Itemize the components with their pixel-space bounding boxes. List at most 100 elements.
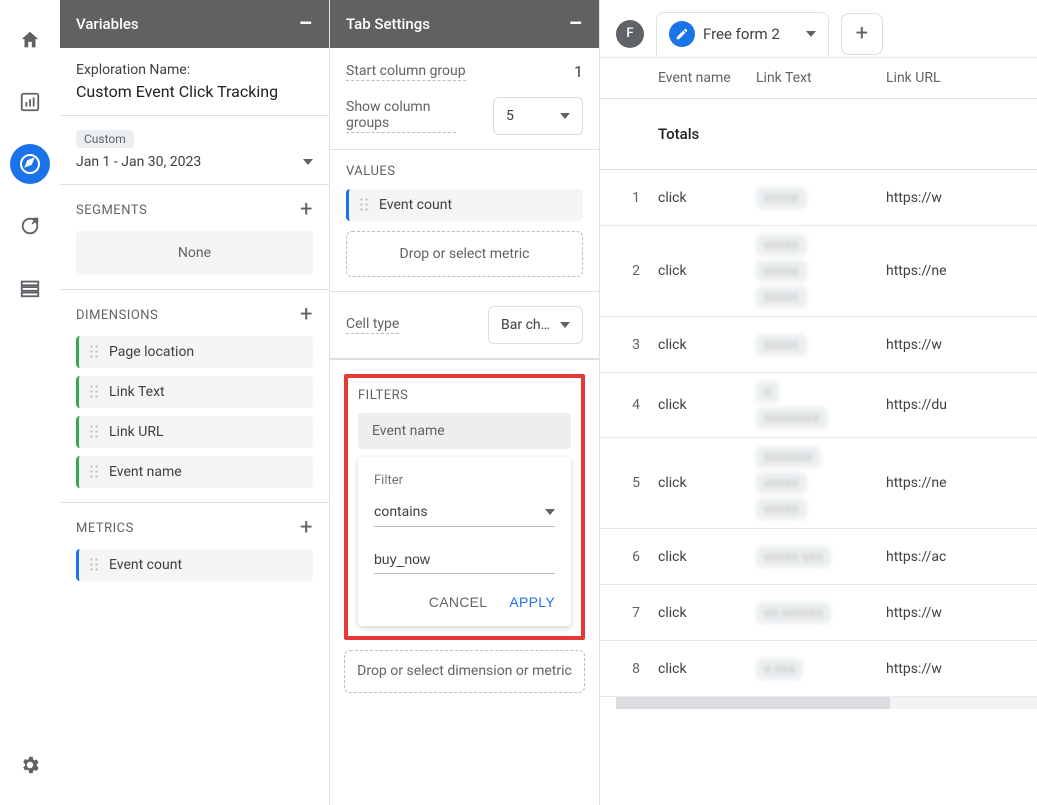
segments-section: SEGMENTS + None bbox=[60, 185, 329, 290]
reports-icon[interactable] bbox=[10, 82, 50, 122]
cell-link-url: https://ac bbox=[886, 549, 1037, 565]
table-row[interactable]: 2clickxxxxxxxxxxxxxxxhttps://ne bbox=[600, 226, 1037, 317]
cell-event-name: click bbox=[658, 190, 756, 206]
apply-button[interactable]: APPLY bbox=[509, 594, 555, 610]
show-column-select[interactable]: 5 bbox=[493, 97, 583, 135]
table-row[interactable]: 6clickxxxxx xxxhttps://ac bbox=[600, 529, 1037, 585]
totals-row: Totals bbox=[600, 99, 1037, 170]
cell-type-select[interactable]: Bar ch… bbox=[488, 306, 583, 344]
metric-chip[interactable]: Event count bbox=[76, 549, 313, 581]
table-row[interactable]: 1clickxxxxxhttps://w bbox=[600, 170, 1037, 226]
scrollbar-thumb[interactable] bbox=[616, 697, 890, 709]
dimension-chip[interactable]: Event name bbox=[76, 456, 313, 488]
explore-icon[interactable] bbox=[10, 144, 50, 184]
dimensions-section: DIMENSIONS + Page locationLink TextLink … bbox=[60, 290, 329, 503]
segments-title: SEGMENTS bbox=[76, 203, 147, 218]
cell-link-url: https://w bbox=[886, 337, 1037, 353]
dimension-chip[interactable]: Link URL bbox=[76, 416, 313, 448]
tab-settings-title: Tab Settings bbox=[346, 15, 430, 33]
variables-title: Variables bbox=[76, 15, 139, 33]
cell-link-text: xxxxx xxx bbox=[756, 546, 886, 568]
chevron-down-icon bbox=[303, 159, 313, 165]
add-metric-button[interactable]: + bbox=[300, 517, 313, 539]
home-icon[interactable] bbox=[10, 20, 50, 60]
add-dimension-button[interactable]: + bbox=[300, 304, 313, 326]
table-row[interactable]: 4clickxxxxxxxxxhttps://du bbox=[600, 373, 1037, 438]
cell-link-text: xxxxx bbox=[756, 334, 886, 356]
configure-icon[interactable] bbox=[10, 268, 50, 308]
cell-event-name: click bbox=[658, 549, 756, 565]
metric-chip-label: Event count bbox=[109, 557, 182, 573]
dimension-chip[interactable]: Link Text bbox=[76, 376, 313, 408]
drag-handle-icon bbox=[89, 344, 99, 360]
cell-event-name: click bbox=[658, 397, 756, 413]
row-index: 3 bbox=[600, 337, 658, 353]
report-canvas: F Free form 2 + Event name Link Text Lin… bbox=[600, 0, 1037, 805]
row-index: 8 bbox=[600, 661, 658, 677]
cell-link-url: https://w bbox=[886, 605, 1037, 621]
cell-link-text: xxxxxxxxxxxxxxxxx bbox=[756, 446, 886, 520]
cell-link-text: xxxxxxxxxxxxxxx bbox=[756, 234, 886, 308]
chevron-down-icon bbox=[560, 322, 570, 328]
date-range-section[interactable]: Custom Jan 1 - Jan 30, 2023 bbox=[60, 116, 329, 185]
show-column-label: Show column groups bbox=[346, 99, 456, 133]
dimension-chip-label: Event name bbox=[109, 464, 182, 480]
variables-header: Variables − bbox=[60, 0, 329, 48]
filters-highlight-frame: FILTERS Event name Filter contains CANCE… bbox=[344, 374, 585, 640]
filter-label: Filter bbox=[374, 473, 555, 488]
filter-value-input[interactable] bbox=[374, 545, 555, 574]
date-preset-chip: Custom bbox=[76, 130, 134, 148]
tabs-bar: F Free form 2 + bbox=[600, 0, 1037, 58]
table-row[interactable]: 8clickx xxxhttps://w bbox=[600, 641, 1037, 697]
metrics-title: METRICS bbox=[76, 521, 134, 536]
column-event-name[interactable]: Event name bbox=[658, 70, 756, 86]
add-segment-button[interactable]: + bbox=[300, 199, 313, 221]
edit-icon bbox=[669, 21, 695, 47]
table-row[interactable]: 5clickxxxxxxxxxxxxxxxxxhttps://ne bbox=[600, 438, 1037, 529]
exploration-name-section: Exploration Name: Custom Event Click Tra… bbox=[60, 48, 329, 116]
column-group-section: Start column group 1 Show column groups … bbox=[330, 48, 599, 150]
active-tab[interactable]: Free form 2 bbox=[656, 12, 829, 57]
dimension-chip-label: Link Text bbox=[109, 384, 165, 400]
segments-none[interactable]: None bbox=[76, 231, 313, 275]
cell-link-text: x xxx bbox=[756, 658, 886, 680]
dimension-chip[interactable]: Page location bbox=[76, 336, 313, 368]
start-column-label: Start column group bbox=[346, 63, 466, 81]
exploration-name-label: Exploration Name: bbox=[76, 62, 313, 78]
filter-condition-select[interactable]: contains bbox=[374, 498, 555, 527]
totals-label: Totals bbox=[658, 125, 756, 143]
cell-type-section: Cell type Bar ch… bbox=[330, 292, 599, 359]
row-index: 4 bbox=[600, 397, 658, 413]
cancel-button[interactable]: CANCEL bbox=[429, 594, 488, 610]
date-range-value: Jan 1 - Jan 30, 2023 bbox=[76, 154, 201, 170]
filter-field-chip[interactable]: Event name bbox=[358, 413, 571, 449]
table-row[interactable]: 3clickxxxxxhttps://w bbox=[600, 317, 1037, 373]
exploration-name-value[interactable]: Custom Event Click Tracking bbox=[76, 82, 313, 101]
cell-link-text: xxxxx bbox=[756, 187, 886, 209]
table-header-row: Event name Link Text Link URL bbox=[600, 58, 1037, 99]
column-link-url[interactable]: Link URL bbox=[886, 70, 1037, 86]
cell-event-name: click bbox=[658, 605, 756, 621]
metrics-section: METRICS + Event count bbox=[60, 503, 329, 595]
collapse-variables-button[interactable]: − bbox=[298, 11, 313, 37]
table-row[interactable]: 7clickxx xxxxxxhttps://w bbox=[600, 585, 1037, 641]
collapse-tab-settings-button[interactable]: − bbox=[568, 11, 583, 37]
drop-metric-zone[interactable]: Drop or select metric bbox=[346, 231, 583, 277]
add-tab-button[interactable]: + bbox=[841, 13, 883, 55]
column-link-text[interactable]: Link Text bbox=[756, 70, 886, 86]
value-chip-label: Event count bbox=[379, 197, 452, 213]
chevron-down-icon bbox=[806, 31, 816, 37]
drag-handle-icon bbox=[89, 464, 99, 480]
row-index: 5 bbox=[600, 475, 658, 491]
cell-link-url: https://ne bbox=[886, 475, 1037, 491]
cell-type-label: Cell type bbox=[346, 316, 399, 334]
cell-link-url: https://w bbox=[886, 190, 1037, 206]
horizontal-scrollbar[interactable] bbox=[616, 697, 1037, 709]
dimension-chip-label: Page location bbox=[109, 344, 194, 360]
advertising-icon[interactable] bbox=[10, 206, 50, 246]
tab-name: Free form 2 bbox=[703, 25, 780, 43]
admin-gear-icon[interactable] bbox=[10, 745, 50, 785]
cell-link-text: xxxxxxxxx bbox=[756, 381, 886, 429]
drop-dimension-metric-zone[interactable]: Drop or select dimension or metric bbox=[344, 650, 585, 693]
value-chip[interactable]: Event count bbox=[346, 189, 583, 221]
